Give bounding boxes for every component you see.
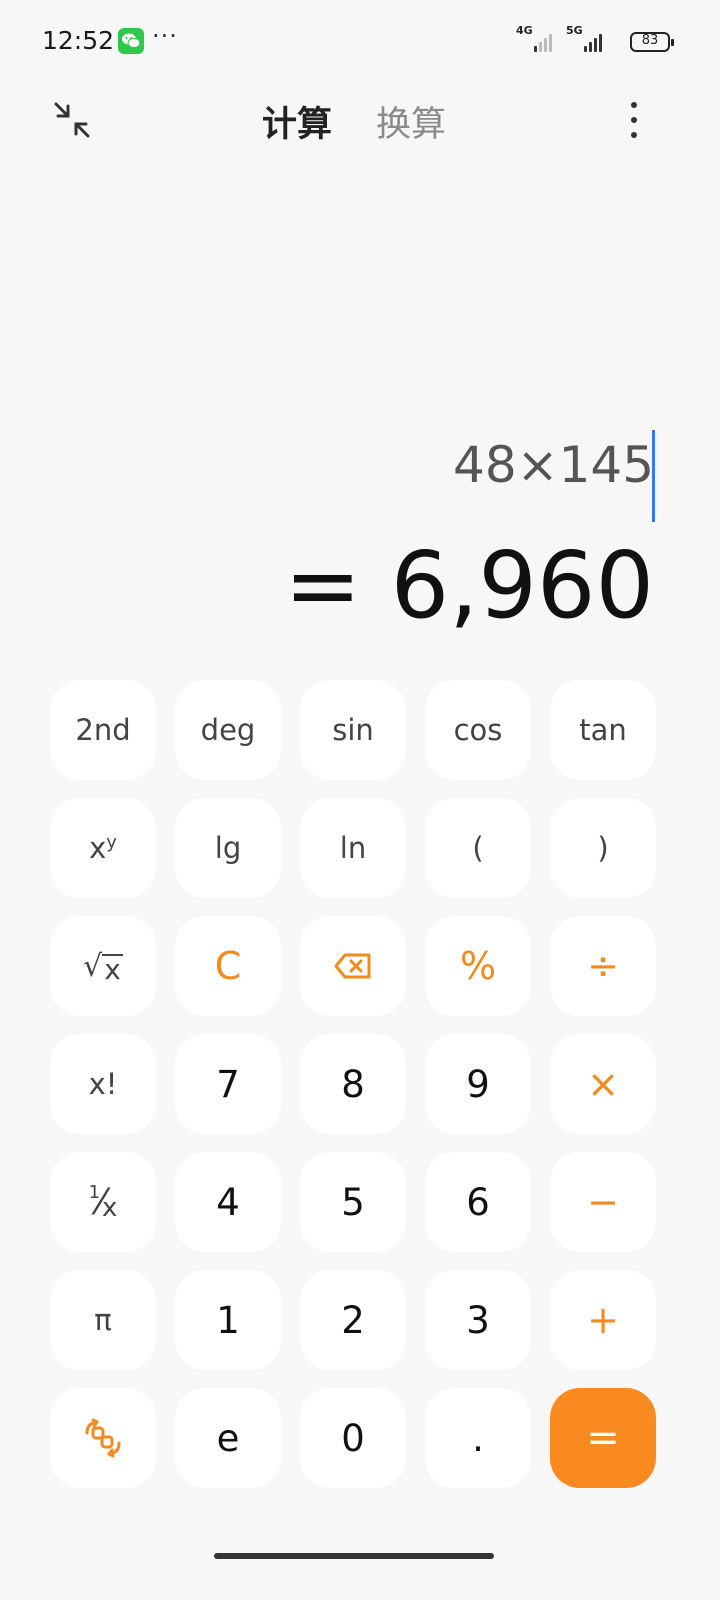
key-3[interactable]: 3: [425, 1270, 531, 1370]
collapse-icon[interactable]: [52, 100, 92, 140]
signal-4g-icon: 4G: [516, 24, 560, 52]
key-factorial[interactable]: x!: [50, 1034, 156, 1134]
expression-display[interactable]: 48×145: [453, 436, 654, 494]
status-time: 12:52: [42, 26, 115, 55]
reciprocal-icon: 1 ⁄ x: [88, 1181, 118, 1224]
key-lg[interactable]: lg: [175, 798, 281, 898]
result-display: = 6,960: [284, 532, 654, 639]
key-add[interactable]: +: [550, 1270, 656, 1370]
home-indicator[interactable]: [214, 1553, 494, 1559]
square-root-var: x: [102, 952, 123, 986]
key-decimal[interactable]: .: [425, 1388, 531, 1488]
key-7[interactable]: 7: [175, 1034, 281, 1134]
key-pi[interactable]: π: [50, 1270, 156, 1370]
key-6[interactable]: 6: [425, 1152, 531, 1252]
key-4[interactable]: 4: [175, 1152, 281, 1252]
key-divide[interactable]: ÷: [550, 916, 656, 1016]
key-0[interactable]: 0: [300, 1388, 406, 1488]
status-bar: 12:52 ··· 4G 5G 83: [0, 0, 720, 84]
reciprocal-denominator: x: [102, 1193, 118, 1223]
key-percent[interactable]: %: [425, 916, 531, 1016]
wechat-notification-icon: [118, 28, 144, 54]
key-power[interactable]: xy: [50, 798, 156, 898]
key-multiply[interactable]: ×: [550, 1034, 656, 1134]
key-clear[interactable]: C: [175, 916, 281, 1016]
key-tan[interactable]: tan: [550, 680, 656, 780]
more-options-icon[interactable]: [626, 100, 642, 140]
key-square-root[interactable]: √ x: [50, 916, 156, 1016]
tab-convert[interactable]: 换算: [376, 96, 446, 147]
key-8[interactable]: 8: [300, 1034, 406, 1134]
battery-icon: 83: [630, 32, 674, 52]
key-deg[interactable]: deg: [175, 680, 281, 780]
key-e[interactable]: e: [175, 1388, 281, 1488]
key-equals[interactable]: =: [550, 1388, 656, 1488]
key-switch-mode[interactable]: [50, 1388, 156, 1488]
square-root-icon: √ x: [83, 948, 123, 986]
backspace-icon: [334, 953, 371, 979]
key-subtract[interactable]: −: [550, 1152, 656, 1252]
key-left-paren[interactable]: (: [425, 798, 531, 898]
battery-level: 83: [641, 33, 659, 48]
tab-calculate[interactable]: 计算: [262, 96, 332, 147]
switch-mode-icon: [85, 1418, 121, 1458]
key-right-paren[interactable]: ): [550, 798, 656, 898]
key-reciprocal[interactable]: 1 ⁄ x: [50, 1152, 156, 1252]
key-ln[interactable]: ln: [300, 798, 406, 898]
more-notifications-icon: ···: [152, 22, 178, 50]
signal-5g-icon: 5G: [566, 24, 610, 52]
key-2nd[interactable]: 2nd: [50, 680, 156, 780]
power-base: x: [89, 831, 107, 865]
key-sin[interactable]: sin: [300, 680, 406, 780]
text-cursor: [652, 430, 655, 522]
key-cos[interactable]: cos: [425, 680, 531, 780]
reciprocal-numerator: 1: [88, 1181, 101, 1203]
power-exponent: y: [106, 831, 117, 853]
key-backspace[interactable]: [300, 916, 406, 1016]
key-2[interactable]: 2: [300, 1270, 406, 1370]
key-9[interactable]: 9: [425, 1034, 531, 1134]
key-1[interactable]: 1: [175, 1270, 281, 1370]
key-5[interactable]: 5: [300, 1152, 406, 1252]
